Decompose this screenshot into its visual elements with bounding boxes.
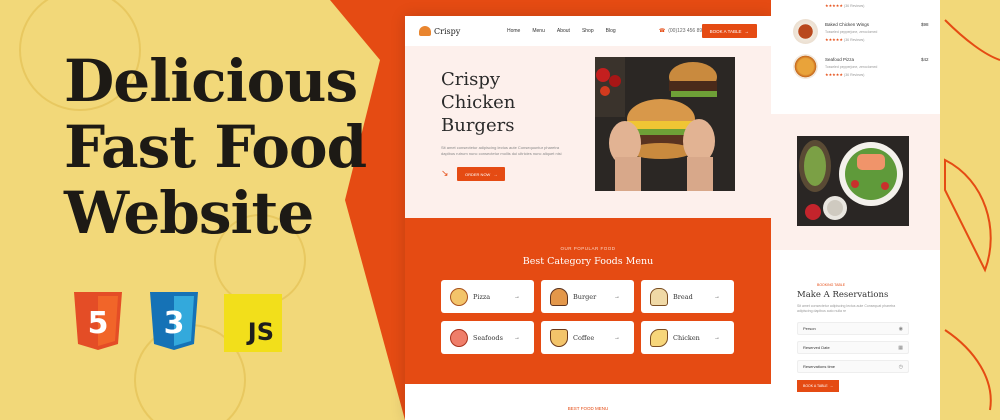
hero-description: Sit amet consectetur adipiscing lectus a… bbox=[441, 145, 562, 156]
arrow-right-icon: → bbox=[514, 293, 520, 300]
arrow-right-icon: → bbox=[829, 384, 834, 388]
calendar-icon: ▦ bbox=[898, 344, 903, 351]
nav-link-home[interactable]: Home bbox=[507, 28, 520, 34]
category-card-pizza[interactable]: Pizza → bbox=[441, 280, 534, 313]
reservation-title: Make A Reservations bbox=[797, 290, 889, 300]
headline-line-2: Fast Food bbox=[64, 113, 367, 181]
phone-icon: ☎ bbox=[659, 28, 666, 34]
category-card-coffee[interactable]: Coffee → bbox=[541, 321, 634, 354]
seafood-pizza-thumbnail bbox=[793, 54, 818, 79]
top-rating: ★★★★★ (36 Reviews) bbox=[825, 3, 865, 8]
headline-line-3: Website bbox=[64, 179, 314, 247]
nav-link-blog[interactable]: Blog bbox=[606, 28, 616, 34]
arrow-right-icon: → bbox=[744, 28, 750, 34]
right-preview-panel: ★★★★★ (36 Reviews) Baked Chicken Wings $… bbox=[771, 0, 940, 420]
css3-icon: 3 bbox=[148, 292, 208, 354]
nav-links: Home Menu About Shop Blog bbox=[507, 16, 616, 46]
nav-link-about[interactable]: About bbox=[557, 28, 570, 34]
book-table-button[interactable]: BOOK A TABLE → bbox=[701, 24, 757, 38]
arrow-right-icon: → bbox=[714, 293, 720, 300]
pizza-icon bbox=[450, 287, 468, 306]
reservation-subtitle: BOOKING TABLE bbox=[817, 283, 846, 287]
category-grid: Pizza → Burger → Bread → Seafoods → Coff… bbox=[441, 280, 734, 354]
website-mockup: Crispy Home Menu About Shop Blog ☎ (00)1… bbox=[405, 16, 771, 420]
hero-title: Crispy Chicken Burgers bbox=[441, 69, 516, 136]
nav-link-shop[interactable]: Shop bbox=[582, 28, 594, 34]
person-field[interactable]: Person ◉ bbox=[797, 322, 909, 335]
html5-icon: 5 bbox=[72, 292, 132, 354]
javascript-icon: JS bbox=[224, 294, 282, 352]
reservation-book-button[interactable]: BOOK A TABLE → bbox=[797, 380, 840, 392]
nav-link-menu[interactable]: Menu bbox=[532, 28, 545, 34]
tech-badges: 5 3 JS bbox=[72, 292, 282, 354]
category-card-chicken[interactable]: Chicken → bbox=[641, 321, 734, 354]
category-title: Best Category Foods Menu bbox=[522, 256, 654, 267]
best-food-subtitle: BEST FOOD MENU bbox=[567, 406, 609, 411]
burger-icon bbox=[550, 287, 568, 306]
arrow-right-icon: → bbox=[493, 171, 498, 177]
promo-headline: Delicious Fast Food Website bbox=[64, 47, 367, 247]
arrow-right-icon: → bbox=[514, 334, 520, 341]
arrow-right-icon: → bbox=[714, 334, 720, 341]
category-card-bread[interactable]: Bread → bbox=[641, 280, 734, 313]
reserved-date-field[interactable]: Reserved Date ▦ bbox=[797, 341, 909, 354]
chicken-icon bbox=[650, 328, 668, 347]
phone-number[interactable]: ☎ (00)123 456 89 bbox=[659, 28, 702, 34]
salad-section bbox=[771, 114, 940, 250]
burger-logo-icon bbox=[419, 26, 431, 36]
burger-photo bbox=[595, 57, 735, 191]
salmon-salad-photo bbox=[797, 136, 909, 226]
site-navbar: Crispy Home Menu About Shop Blog ☎ (00)1… bbox=[405, 16, 771, 46]
headline-line-1: Delicious bbox=[64, 47, 358, 115]
site-logo[interactable]: Crispy bbox=[419, 26, 460, 36]
category-subtitle: OUR POPULAR FOOD bbox=[560, 246, 616, 251]
bread-icon bbox=[650, 287, 668, 306]
hero-section: Crispy Chicken Burgers Sit amet consecte… bbox=[405, 46, 771, 218]
arrow-right-icon: → bbox=[614, 293, 620, 300]
clock-icon: ◷ bbox=[898, 363, 903, 370]
chicken-wings-thumbnail bbox=[793, 19, 818, 44]
category-section: OUR POPULAR FOOD Best Category Foods Men… bbox=[405, 218, 771, 384]
order-now-button[interactable]: ORDER NOW → bbox=[457, 167, 506, 181]
coffee-icon bbox=[550, 328, 568, 347]
arrow-right-icon: → bbox=[614, 334, 620, 341]
category-card-burger[interactable]: Burger → bbox=[541, 280, 634, 313]
category-card-seafoods[interactable]: Seafoods → bbox=[441, 321, 534, 354]
reservation-description: Sit amet consectetur adipiscing lectus a… bbox=[797, 304, 896, 313]
curved-arrow-icon: ↘ bbox=[441, 168, 449, 178]
reservation-time-field[interactable]: Reservations time ◷ bbox=[797, 360, 909, 373]
octopus-icon bbox=[450, 328, 468, 347]
person-icon: ◉ bbox=[898, 325, 903, 332]
best-food-section: BEST FOOD MENU bbox=[405, 384, 771, 420]
